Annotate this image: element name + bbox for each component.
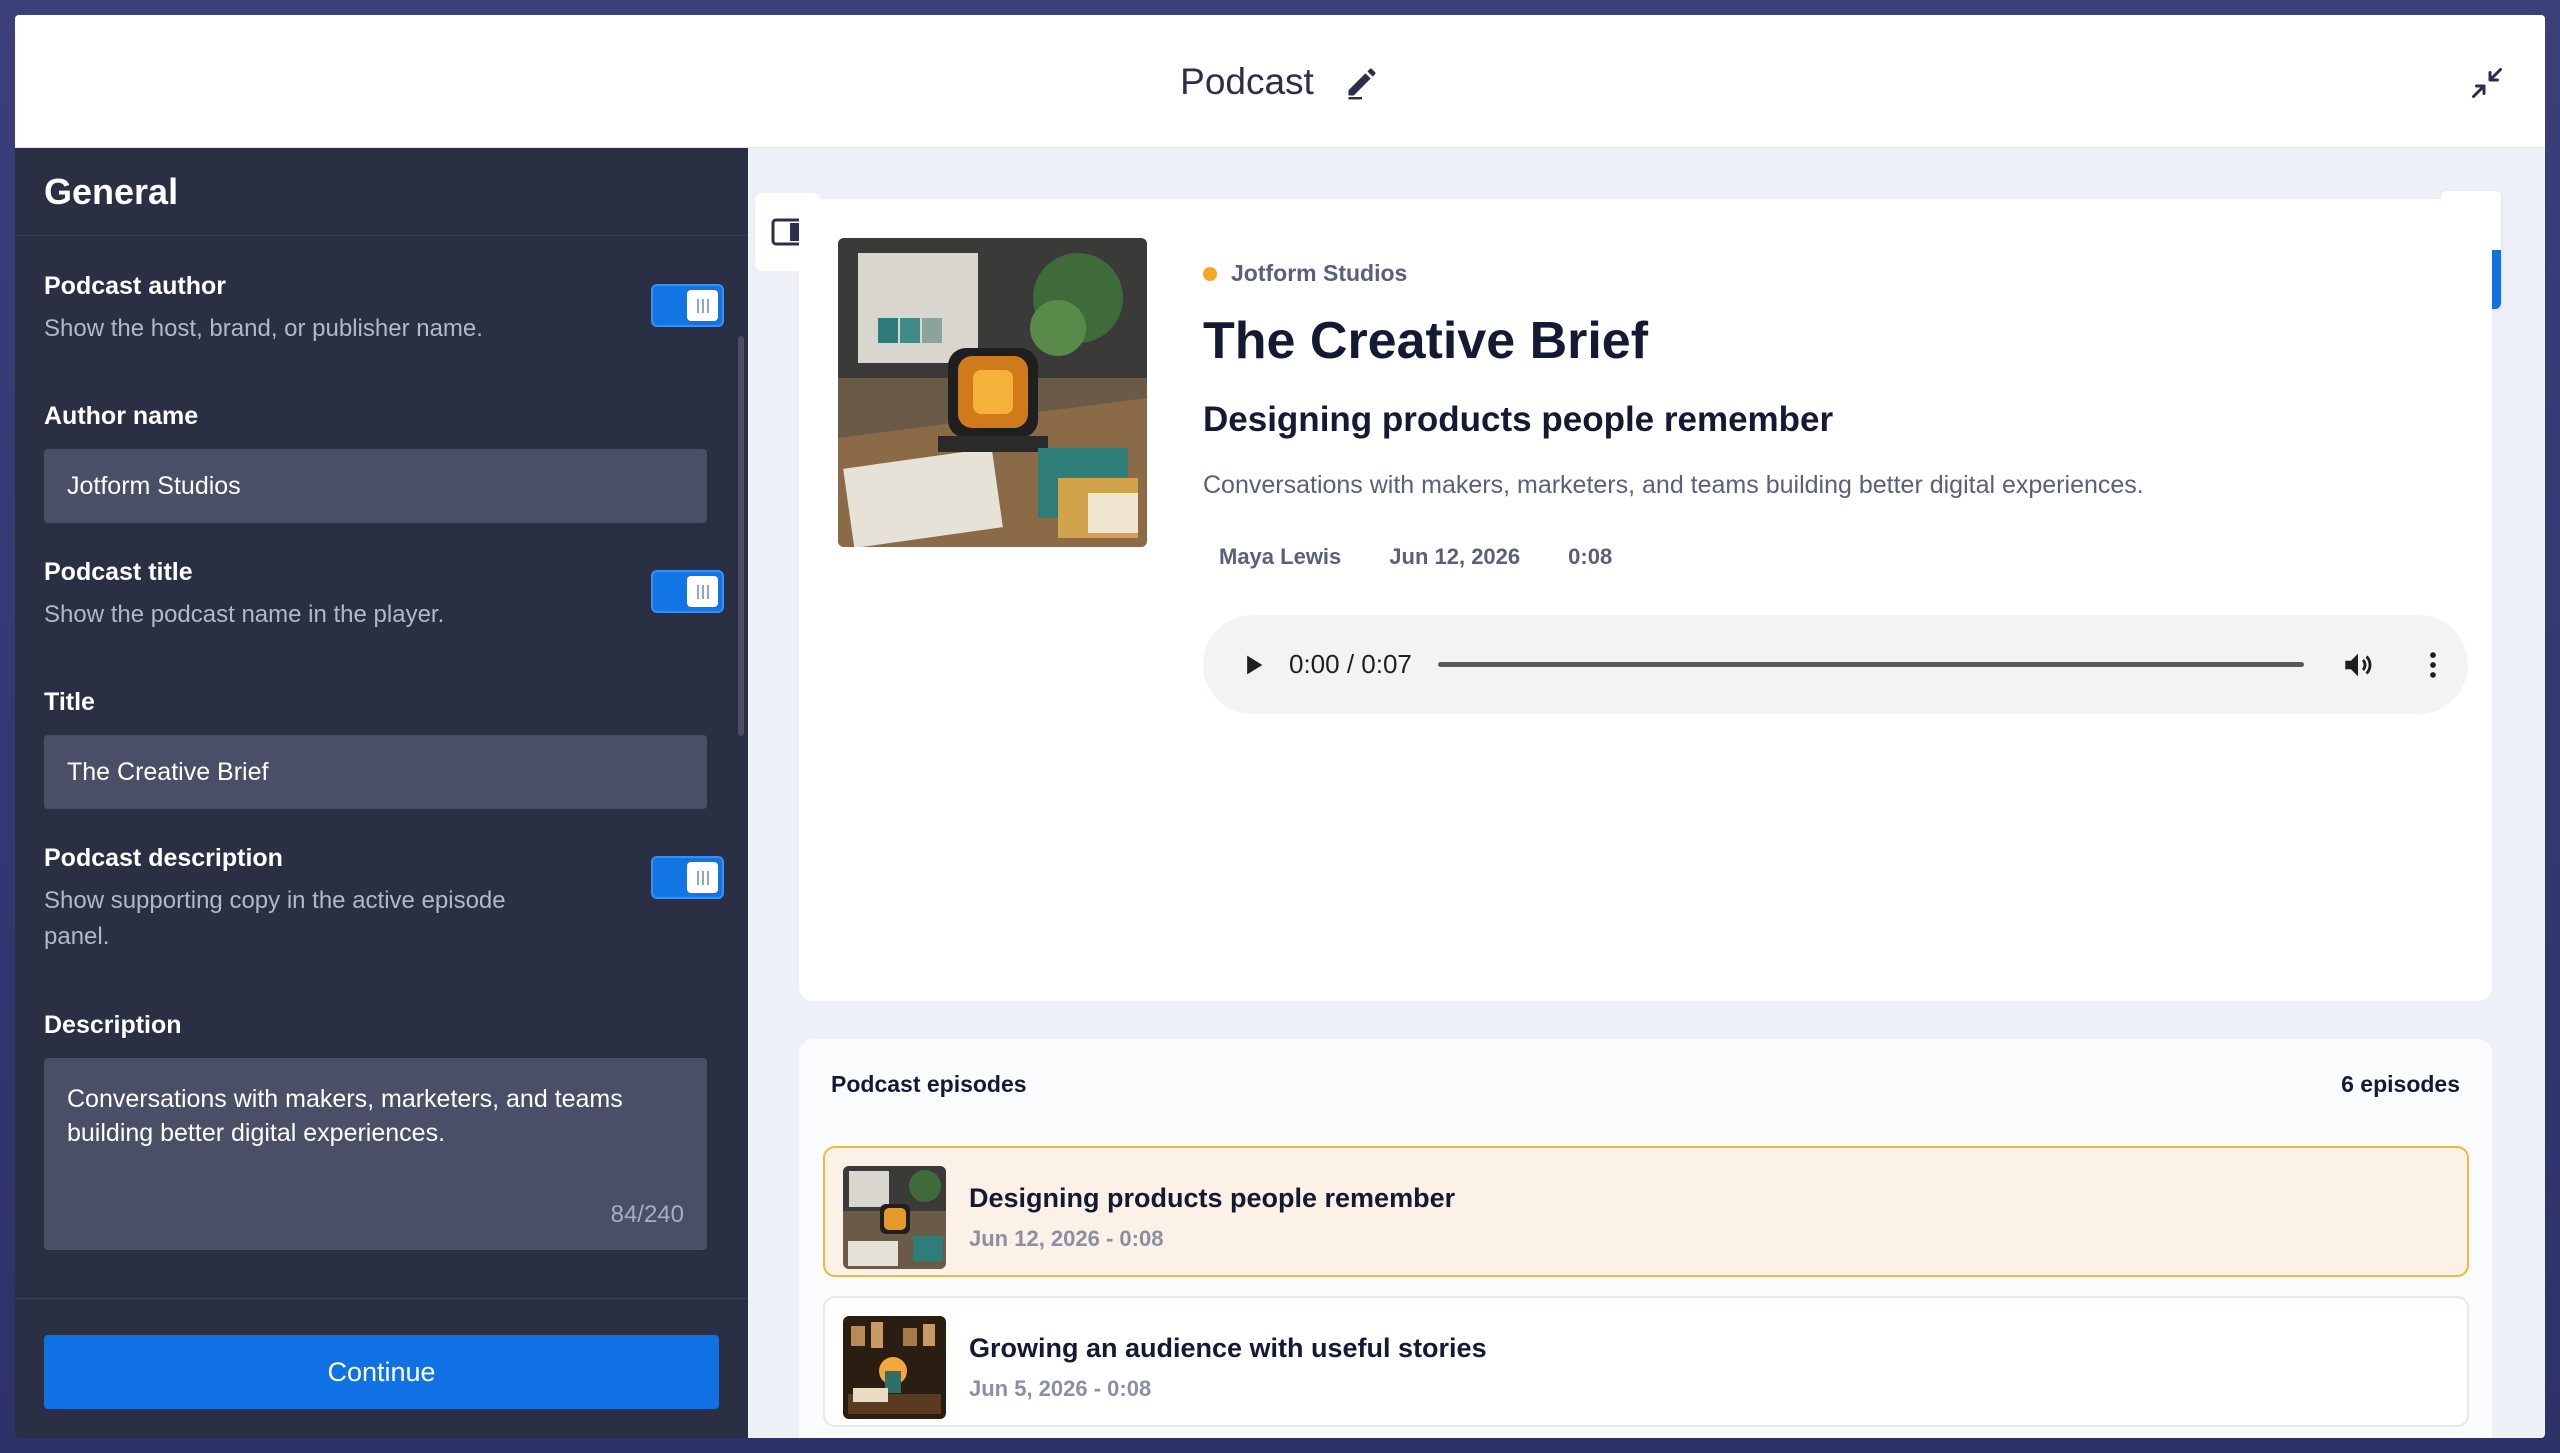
settings-sidebar: General Podcast author Show the host, br… xyxy=(15,148,748,1438)
title-input[interactable]: The Creative Brief xyxy=(44,735,707,809)
podcast-cover-image xyxy=(838,238,1147,547)
episode-list-item[interactable]: Growing an audience with useful stories … xyxy=(823,1296,2469,1427)
audio-seek-bar[interactable] xyxy=(1438,662,2304,667)
episode-duration: 0:08 xyxy=(1568,544,1613,569)
author-name-input[interactable]: Jotform Studios xyxy=(44,449,707,523)
collapse-icon[interactable] xyxy=(2469,65,2505,101)
podcast-author-label: Podcast author xyxy=(44,272,226,300)
status-dot xyxy=(1203,266,1217,281)
podcast-description-desc: Show supporting copy in the active episo… xyxy=(44,887,506,950)
podcast-author-setting: Podcast author Show the host, brand, or … xyxy=(44,272,724,347)
sidebar-scrollbar[interactable] xyxy=(738,336,744,736)
episode-title: Growing an audience with useful stories xyxy=(969,1333,1487,1363)
episodes-heading: Podcast episodes xyxy=(831,1071,1027,1097)
sidebar-footer: Continue xyxy=(15,1298,748,1438)
app-window: Podcast General Podcast author Show the … xyxy=(15,15,2545,1438)
podcast-title: The Creative Brief xyxy=(1203,312,1649,370)
episode-title: Designing products people remember xyxy=(969,1183,1456,1213)
episode-thumbnail xyxy=(843,1316,946,1419)
podcast-description: Conversations with makers, marketers, an… xyxy=(1203,471,2144,499)
continue-button[interactable]: Continue xyxy=(44,1335,719,1409)
title-field-label: Title xyxy=(44,688,95,716)
episode-list-item[interactable]: Designing products people remember Jun 1… xyxy=(823,1146,2469,1277)
top-bar: Podcast xyxy=(15,15,2545,148)
author-name-label: Author name xyxy=(44,402,199,430)
episodes-panel: Podcast episodes 6 episodes Designing pr… xyxy=(799,1039,2492,1438)
description-text: Conversations with makers, marketers, an… xyxy=(67,1085,623,1147)
more-icon[interactable] xyxy=(2416,648,2450,682)
episode-meta: Maya Lewis Jun 12, 2026 0:08 xyxy=(1219,544,1612,570)
description-field-label: Description xyxy=(44,1011,182,1039)
play-icon[interactable] xyxy=(1239,651,1267,679)
description-textarea[interactable]: Conversations with makers, marketers, an… xyxy=(44,1058,707,1250)
episode-date-duration: Jun 5, 2026 - 0:08 xyxy=(969,1376,1152,1401)
episodes-count: 6 episodes xyxy=(2341,1071,2460,1097)
episode-thumbnail xyxy=(843,1166,946,1269)
sidebar-heading: General xyxy=(15,148,748,236)
episode-author: Maya Lewis xyxy=(1219,544,1342,569)
podcast-description-setting: Podcast description Show supporting copy… xyxy=(44,844,724,955)
page-title: Podcast xyxy=(1180,60,1314,102)
podcast-author-desc: Show the host, brand, or publisher name. xyxy=(44,315,483,342)
char-counter: 84/240 xyxy=(610,1201,684,1228)
podcast-description-toggle[interactable] xyxy=(651,856,724,899)
podcast-title-desc: Show the podcast name in the player. xyxy=(44,601,445,628)
podcast-title-setting: Podcast title Show the podcast name in t… xyxy=(44,558,724,633)
podcast-author: Jotform Studios xyxy=(1203,260,1407,287)
podcast-title-toggle[interactable] xyxy=(651,570,724,613)
podcast-title-label: Podcast title xyxy=(44,558,193,586)
volume-icon[interactable] xyxy=(2341,648,2375,682)
podcast-player-card: Jotform Studios The Creative Brief Desig… xyxy=(799,199,2492,1001)
episode-date-duration: Jun 12, 2026 - 0:08 xyxy=(969,1226,1164,1251)
audio-time: 0:00 / 0:07 xyxy=(1289,649,1412,679)
episode-title: Designing products people remember xyxy=(1203,400,1834,439)
podcast-description-label: Podcast description xyxy=(44,844,283,872)
episode-date: Jun 12, 2026 xyxy=(1389,544,1521,569)
podcast-author-toggle[interactable] xyxy=(651,284,724,327)
edit-icon[interactable] xyxy=(1344,64,1380,100)
audio-player: 0:00 / 0:07 xyxy=(1203,615,2468,714)
settings-scroll-area[interactable]: Podcast author Show the host, brand, or … xyxy=(15,236,748,1318)
studio-name: Jotform Studios xyxy=(1231,260,1408,286)
